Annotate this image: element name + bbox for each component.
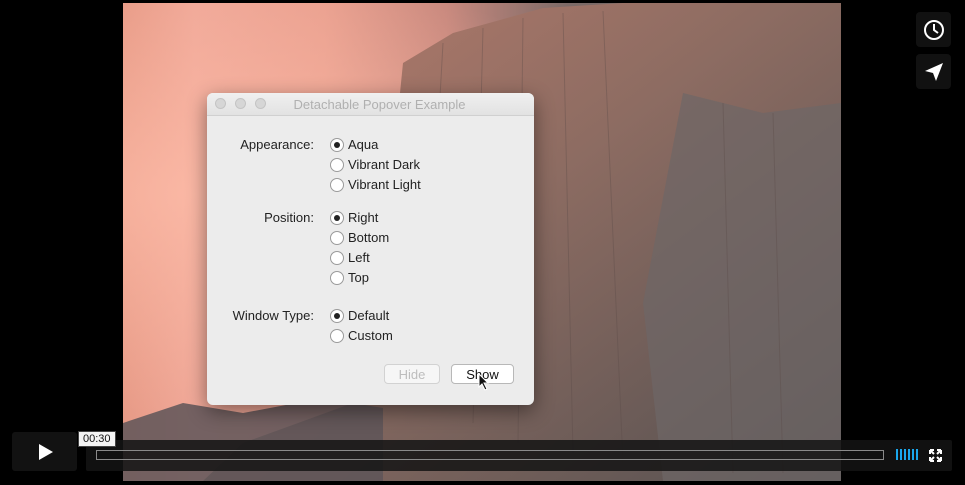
paper-plane-icon: [924, 62, 943, 81]
radio-selected-indicator: [330, 137, 344, 152]
control-bar: [86, 440, 952, 471]
appearance-label: Appearance:: [240, 137, 314, 152]
radio-appearance-vibrant-light[interactable]: Vibrant Light: [330, 177, 421, 192]
radio-appearance-vibrant-dark[interactable]: Vibrant Dark: [330, 157, 420, 172]
window-type-label: Window Type:: [232, 308, 314, 323]
progress-track[interactable]: [96, 450, 884, 460]
radio-position-top[interactable]: Top: [330, 270, 369, 285]
radio-position-right[interactable]: Right: [330, 210, 378, 225]
position-label: Position:: [264, 210, 314, 225]
radio-window-type-default[interactable]: Default: [330, 308, 389, 323]
play-button[interactable]: [12, 432, 77, 471]
radio-appearance-aqua[interactable]: Aqua: [330, 137, 378, 152]
volume-bars-icon[interactable]: [896, 449, 918, 460]
radio-window-type-custom[interactable]: Custom: [330, 328, 393, 343]
share-button[interactable]: [916, 54, 951, 89]
time-indicator: 00:30: [78, 431, 116, 447]
radio-position-left[interactable]: Left: [330, 250, 370, 265]
watch-later-button[interactable]: [916, 12, 951, 47]
radio-position-bottom[interactable]: Bottom: [330, 230, 389, 245]
popover-example-window: Detachable Popover Example Appearance: A…: [207, 93, 534, 405]
mouse-cursor-icon: [478, 373, 490, 391]
window-title: Detachable Popover Example: [293, 97, 466, 112]
play-icon: [38, 443, 53, 460]
hide-button[interactable]: Hide: [384, 364, 440, 384]
clock-icon: [923, 19, 944, 40]
title-bar: Detachable Popover Example: [207, 93, 534, 116]
fullscreen-icon[interactable]: [929, 449, 942, 462]
video-player: Detachable Popover Example Appearance: A…: [0, 0, 965, 485]
